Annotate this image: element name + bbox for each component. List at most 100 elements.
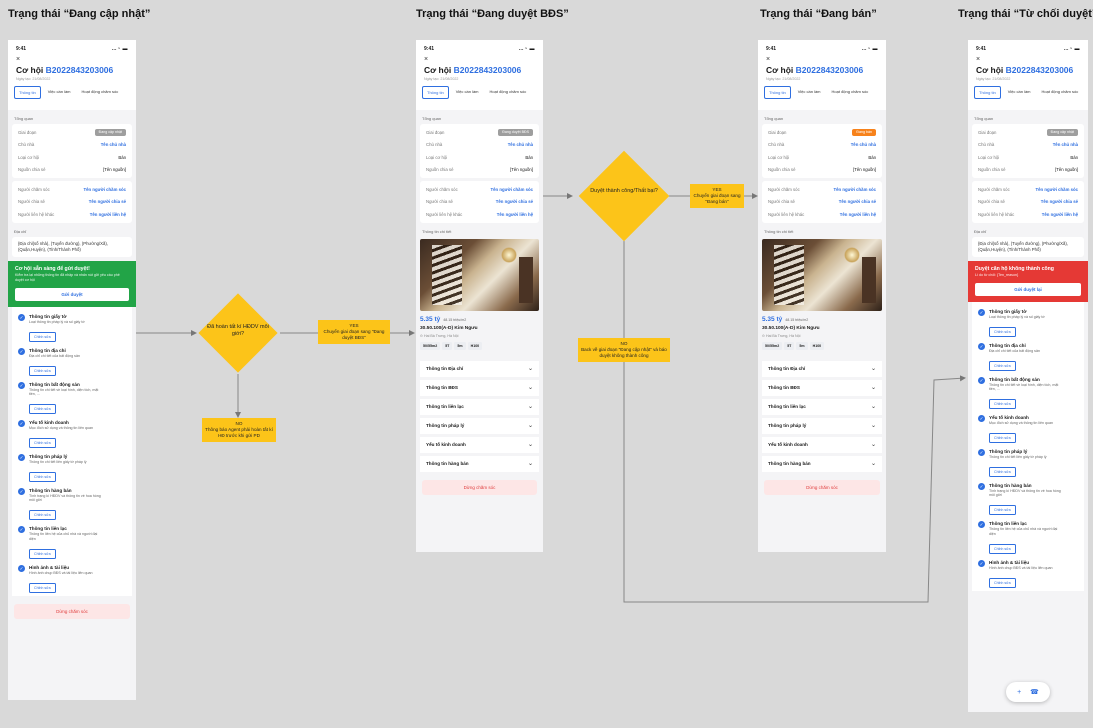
- sharer-link[interactable]: Tên người chia sẻ: [1041, 199, 1078, 204]
- reject-banner-title: Duyệt căn hộ không thành công: [975, 265, 1054, 272]
- accordion-contact[interactable]: Thông tin liên lạc ⌄: [420, 398, 539, 415]
- accordion-sale[interactable]: Thông tin hàng bán ⌄: [420, 455, 539, 472]
- phone-body: Tổng quan Giai đoạn Đang cập nhật Chủ nhà…: [968, 110, 1088, 712]
- edit-button[interactable]: Chỉnh sửa: [29, 365, 56, 376]
- accordion-address[interactable]: Thông tin Địa chỉ ⌄: [420, 360, 539, 377]
- tab-info[interactable]: Thông tin: [974, 86, 1001, 99]
- contact-link[interactable]: Tên người liên hệ: [840, 212, 876, 217]
- title-prefix: Cơ hội: [16, 65, 44, 75]
- stop-care-button[interactable]: Dừng chăm sóc: [14, 603, 130, 619]
- no-note-rejected: NO Back về giai đoạn "Đang cập nhật" và …: [578, 338, 670, 362]
- carer-link[interactable]: Tên người chăm sóc: [1036, 187, 1078, 192]
- tag: 5T: [784, 341, 795, 350]
- property-photo[interactable]: [762, 238, 882, 311]
- check-icon: ✓: [978, 308, 985, 316]
- sharer-label: Người chia sẻ: [978, 199, 1005, 205]
- owner-link[interactable]: Tên chủ nhà: [101, 142, 126, 147]
- accordion-contact[interactable]: Thông tin liên lạc ⌄: [762, 398, 882, 415]
- accordion-legal[interactable]: Thông tin pháp lý ⌄: [420, 417, 539, 434]
- check-icon: ✓: [18, 564, 25, 572]
- edit-button[interactable]: Chỉnh sửa: [29, 548, 56, 559]
- carer-link[interactable]: Tên người chăm sóc: [84, 187, 126, 192]
- plus-icon[interactable]: +: [1017, 689, 1021, 696]
- close-icon[interactable]: ×: [416, 52, 543, 63]
- close-icon[interactable]: ×: [8, 52, 136, 63]
- tab-info[interactable]: Thông tin: [14, 86, 41, 99]
- resubmit-review-button[interactable]: Gửi duyệt lại: [975, 282, 1081, 296]
- accordion-sale[interactable]: Thông tin hàng bán ⌄: [762, 455, 882, 472]
- item-desc: Địa chỉ chi tiết của bất động sản: [29, 353, 80, 358]
- accordion-business[interactable]: Yếu tố kinh doanh ⌄: [762, 436, 882, 453]
- item-desc: Thông tin chi tiết liên giấy tờ pháp lý: [989, 454, 1047, 459]
- sharer-link[interactable]: Tên người chia sẻ: [496, 199, 533, 204]
- address-label: Địa chỉ: [14, 228, 27, 234]
- sharer-link[interactable]: Tên người chia sẻ: [839, 199, 876, 204]
- tab-todo[interactable]: Việc cần làm: [44, 86, 75, 99]
- edit-button[interactable]: Chỉnh sửa: [989, 326, 1016, 337]
- tab-care[interactable]: Hoạt động chăm sóc: [828, 86, 873, 99]
- accordion-property[interactable]: Thông tin BĐS ⌄: [420, 379, 539, 396]
- edit-button[interactable]: Chỉnh sửa: [29, 404, 56, 415]
- check-icon: ✓: [978, 482, 985, 490]
- contact-link[interactable]: Tên người liên hệ: [1042, 212, 1078, 217]
- edit-button[interactable]: Chỉnh sửa: [989, 505, 1016, 516]
- close-icon[interactable]: ×: [968, 52, 1088, 63]
- tab-care[interactable]: Hoạt động chăm sóc: [486, 86, 531, 99]
- tab-info[interactable]: Thông tin: [422, 86, 449, 99]
- edit-button[interactable]: Chỉnh sửa: [29, 510, 56, 521]
- edit-button[interactable]: Chỉnh sửa: [989, 360, 1016, 371]
- title-prefix: Cơ hội: [766, 65, 794, 75]
- edit-button[interactable]: Chỉnh sửa: [989, 432, 1016, 443]
- type-value: Bán: [868, 154, 876, 160]
- no-note-contract: NO Thông báo Agent phải hoàn tất kí HĐ t…: [202, 418, 276, 442]
- owner-link[interactable]: Tên chủ nhà: [508, 142, 533, 147]
- accordion-property[interactable]: Thông tin BĐS ⌄: [762, 379, 882, 396]
- carer-link[interactable]: Tên người chăm sóc: [491, 187, 533, 192]
- edit-button[interactable]: Chỉnh sửa: [989, 543, 1016, 554]
- sharer-link[interactable]: Tên người chia sẻ: [89, 199, 126, 204]
- property-photo[interactable]: [420, 238, 539, 311]
- check-icon: ✓: [18, 487, 25, 495]
- item-title: Thông tin pháp lý: [29, 453, 68, 459]
- submit-review-button[interactable]: Gửi duyệt: [15, 287, 129, 301]
- source-label: Nguồn chia sẻ: [18, 167, 46, 173]
- edit-button[interactable]: Chỉnh sửa: [989, 466, 1016, 477]
- overview-label: Tổng quan: [974, 116, 994, 121]
- ready-banner-title: Cơ hội sẵn sàng để gửi duyệt!: [15, 265, 90, 272]
- ready-banner-sub: Kiểm tra lại những thông tin đã nhập và …: [15, 272, 120, 282]
- stop-care-button[interactable]: Dừng chăm sóc: [764, 479, 880, 495]
- carer-label: Người chăm sóc: [768, 186, 800, 192]
- item-title: Thông tin liên lạc: [29, 526, 67, 532]
- item-title: Yếu tố kinh doanh: [989, 415, 1029, 421]
- phone-icon[interactable]: ☎: [1030, 688, 1039, 696]
- edit-button[interactable]: Chỉnh sửa: [29, 437, 56, 448]
- tab-care[interactable]: Hoạt động chăm sóc: [78, 86, 123, 99]
- tab-info[interactable]: Thông tin: [764, 86, 791, 99]
- owner-link[interactable]: Tên chủ nhà: [851, 142, 876, 147]
- edit-button[interactable]: Chỉnh sửa: [989, 577, 1016, 588]
- edit-button[interactable]: Chỉnh sửa: [989, 399, 1016, 410]
- accordion-legal[interactable]: Thông tin pháp lý ⌄: [762, 417, 882, 434]
- tab-care[interactable]: Hoạt động chăm sóc: [1038, 86, 1083, 99]
- tab-todo[interactable]: Việc cần làm: [794, 86, 825, 99]
- contact-link[interactable]: Tên người liên hệ: [497, 212, 533, 217]
- tab-todo[interactable]: Việc cần làm: [1004, 86, 1035, 99]
- carer-link[interactable]: Tên người chăm sóc: [834, 187, 876, 192]
- chevron-down-icon: ⌄: [870, 404, 876, 410]
- owner-link[interactable]: Tên chủ nhà: [1053, 142, 1078, 147]
- tab-bar: Thông tin Việc cần làm Hoạt động chăm só…: [968, 81, 1088, 99]
- accordion-business[interactable]: Yếu tố kinh doanh ⌄: [420, 436, 539, 453]
- source-value: [Tên nguồn]: [853, 167, 876, 173]
- contact-link[interactable]: Tên người liên hệ: [90, 212, 126, 217]
- close-icon[interactable]: ×: [758, 52, 886, 63]
- item-title: Thông tin liên lạc: [989, 521, 1027, 527]
- accordion-address[interactable]: Thông tin Địa chỉ ⌄: [762, 360, 882, 377]
- edit-button[interactable]: Chỉnh sửa: [29, 331, 56, 342]
- edit-button[interactable]: Chỉnh sửa: [29, 471, 56, 482]
- checklist: ✓ Thông tin giấy tờ Loại thông tin pháp lý…: [972, 301, 1084, 591]
- stop-care-button[interactable]: Dừng chăm sóc: [422, 479, 537, 495]
- status-bar: 9:41 …◔ ▬: [968, 40, 1088, 52]
- accordion-label: Thông tin Địa chỉ: [426, 366, 464, 371]
- tab-todo[interactable]: Việc cần làm: [452, 86, 483, 99]
- edit-button[interactable]: Chỉnh sửa: [29, 582, 56, 593]
